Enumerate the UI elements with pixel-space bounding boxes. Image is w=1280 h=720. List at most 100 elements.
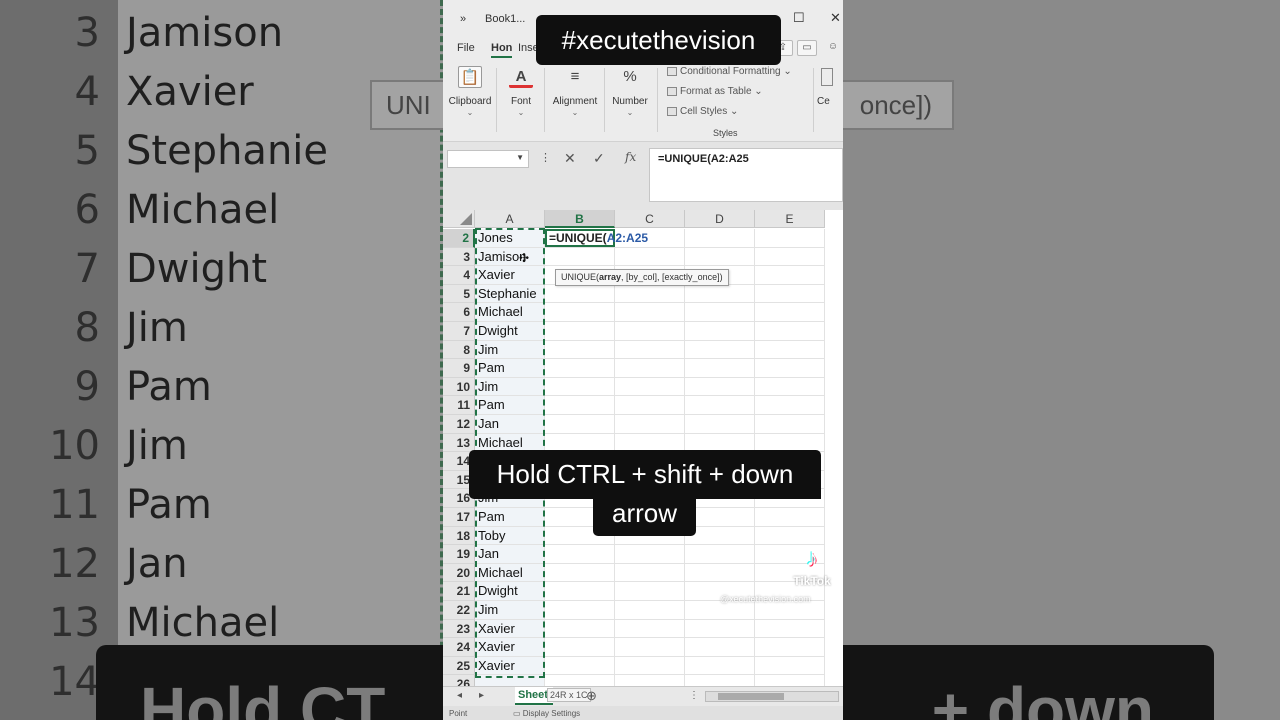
row-header[interactable]: 23 [443,619,475,639]
row-header[interactable]: 4 [443,266,475,285]
column-header-b[interactable]: B [545,210,615,228]
more-options-icon[interactable]: ⋮ [540,151,551,164]
tab-home[interactable]: Hon [491,42,513,58]
comments-icon[interactable]: ▭ [797,40,817,56]
column-header-c[interactable]: C [615,210,685,228]
name-cell[interactable]: Stephanie [475,284,545,304]
empty-cell[interactable] [685,247,755,267]
more-options-icon[interactable]: ⋮ [689,690,699,701]
scroll-right-icon[interactable]: ▸ [479,690,484,701]
empty-cell[interactable] [685,545,755,564]
empty-cell[interactable] [755,508,825,527]
row-header[interactable]: 5 [443,284,475,304]
empty-cell[interactable] [615,340,685,360]
name-cell[interactable]: Xavier [475,266,545,285]
empty-cell[interactable] [755,396,825,415]
maximize-icon[interactable]: ☐ [793,10,805,26]
empty-cell[interactable] [615,284,685,304]
empty-cell[interactable] [545,619,615,639]
name-cell[interactable]: Dwight [475,322,545,341]
row-header[interactable]: 25 [443,656,475,676]
row-header[interactable]: 13 [443,433,475,453]
alignment-group[interactable]: ≡ Alignment ⌄ [547,64,603,138]
empty-cell[interactable] [685,638,755,657]
row-header[interactable]: 2 [443,229,475,248]
row-header[interactable]: 11 [443,396,475,415]
name-cell[interactable]: Jones [475,229,545,248]
empty-cell[interactable] [755,229,825,248]
active-cell-b2[interactable]: =UNIQUE(A2:A25 [545,229,648,247]
row-header[interactable]: 6 [443,303,475,322]
cancel-formula-button[interactable]: ✕ [564,150,576,167]
select-all-button[interactable] [443,210,475,228]
empty-cell[interactable] [755,415,825,434]
empty-cell[interactable] [685,563,755,583]
empty-cell[interactable] [685,284,755,304]
column-header-e[interactable]: E [755,210,825,228]
insert-function-button[interactable]: fx [625,150,636,164]
empty-cell[interactable] [685,322,755,341]
function-tooltip[interactable]: UNIQUE(array, [by_col], [exactly_once]) [555,269,729,286]
empty-cell[interactable] [685,229,755,248]
name-cell[interactable]: Michael [475,303,545,322]
column-header-d[interactable]: D [685,210,755,228]
empty-cell[interactable] [685,377,755,397]
empty-cell[interactable] [615,563,685,583]
chevron-down-icon[interactable]: ▼ [516,153,524,162]
name-cell[interactable]: Dwight [475,582,545,601]
row-header[interactable]: 17 [443,508,475,527]
font-group[interactable]: A Font ⌄ [499,64,543,138]
empty-cell[interactable] [545,601,615,620]
row-header[interactable]: 20 [443,563,475,583]
close-icon[interactable]: ✕ [830,10,841,26]
row-header[interactable]: 10 [443,377,475,397]
name-cell[interactable]: Michael [475,563,545,583]
row-header[interactable]: 21 [443,582,475,601]
empty-cell[interactable] [545,377,615,397]
empty-cell[interactable] [755,619,825,639]
empty-cell[interactable] [545,638,615,657]
empty-cell[interactable] [545,582,615,601]
empty-cell[interactable] [545,303,615,322]
row-header[interactable]: 9 [443,359,475,378]
empty-cell[interactable] [755,284,825,304]
empty-cell[interactable] [615,582,685,601]
empty-cell[interactable] [615,415,685,434]
row-header[interactable]: 22 [443,601,475,620]
empty-cell[interactable] [755,266,825,285]
row-header[interactable]: 18 [443,526,475,546]
empty-cell[interactable] [755,247,825,267]
scroll-left-icon[interactable]: ◂ [457,690,462,701]
name-cell[interactable]: Xavier [475,656,545,676]
empty-cell[interactable] [615,638,685,657]
enter-formula-button[interactable]: ✓ [593,150,605,167]
format-as-table-button[interactable]: Format as Table ⌄ [667,86,763,97]
empty-cell[interactable] [615,656,685,676]
empty-cell[interactable] [545,340,615,360]
name-cell[interactable]: Jan [475,545,545,564]
name-cell[interactable]: Jim [475,340,545,360]
empty-cell[interactable] [685,303,755,322]
more-chevron-icon[interactable]: » [460,13,466,25]
name-cell[interactable]: Toby [475,526,545,546]
row-header[interactable]: 7 [443,322,475,341]
empty-cell[interactable] [755,638,825,657]
feedback-smiley-icon[interactable]: ☺ [823,40,843,56]
add-sheet-button[interactable]: ⊕ [586,688,597,704]
empty-cell[interactable] [755,526,825,546]
name-cell[interactable]: Pam [475,359,545,378]
empty-cell[interactable] [685,415,755,434]
name-cell[interactable]: Pam [475,508,545,527]
display-settings-button[interactable]: ▭ Display Settings [513,709,580,718]
empty-cell[interactable] [755,377,825,397]
empty-cell[interactable] [615,322,685,341]
name-cell[interactable]: Jim [475,377,545,397]
empty-cell[interactable] [615,396,685,415]
empty-cell[interactable] [545,359,615,378]
name-cell[interactable]: Jan [475,415,545,434]
number-group[interactable]: % Number ⌄ [607,64,653,138]
name-cell[interactable]: Xavier [475,638,545,657]
empty-cell[interactable] [545,656,615,676]
empty-cell[interactable] [615,377,685,397]
empty-cell[interactable] [545,563,615,583]
